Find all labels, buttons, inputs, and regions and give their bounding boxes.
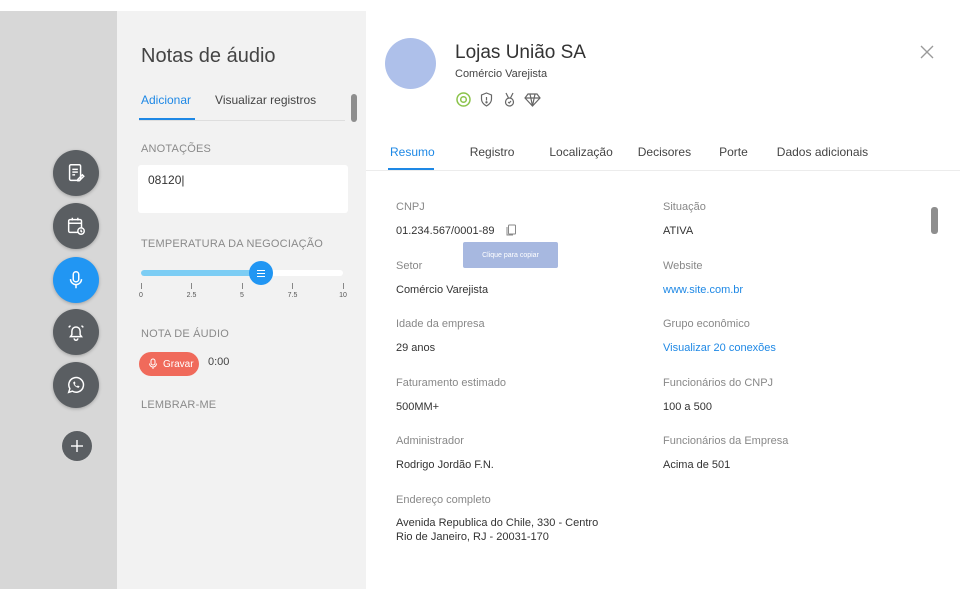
company-category: Comércio Varejista bbox=[455, 68, 548, 80]
company-detail-panel: Lojas União SA Comércio Varejista Resumo… bbox=[366, 0, 960, 600]
tab-resumo[interactable]: Resumo bbox=[390, 145, 435, 159]
cnpj-label: CNPJ bbox=[396, 201, 425, 213]
company-name: Lojas União SA bbox=[455, 42, 586, 63]
administrador-value: Rodrigo Jordão F.N. bbox=[396, 459, 494, 471]
tab-decisores[interactable]: Decisores bbox=[638, 145, 691, 159]
company-tabs-divider bbox=[366, 170, 960, 171]
func-empresa-label: Funcionários da Empresa bbox=[663, 435, 789, 447]
reminder-button[interactable] bbox=[53, 309, 99, 355]
medal-icon bbox=[504, 92, 515, 107]
endereco-label: Endereço completo bbox=[396, 494, 491, 506]
temperature-tick: 2.5 bbox=[182, 283, 202, 299]
content-scrollbar[interactable] bbox=[931, 207, 938, 234]
func-empresa-value: Acima de 501 bbox=[663, 459, 731, 471]
target-check-icon bbox=[456, 92, 471, 107]
situacao-label: Situação bbox=[663, 201, 706, 213]
tab-registro[interactable]: Registro bbox=[470, 145, 515, 159]
notes-panel-title: Notas de áudio bbox=[141, 45, 276, 67]
temperature-slider-thumb[interactable] bbox=[248, 261, 273, 285]
connections-link[interactable]: Visualizar 20 conexões bbox=[663, 341, 776, 355]
temperature-tick: 0 bbox=[131, 283, 151, 299]
action-rail bbox=[0, 11, 117, 589]
tab-visualizar-registros[interactable]: Visualizar registros bbox=[215, 93, 316, 107]
temperature-tick: 7.5 bbox=[283, 283, 303, 299]
audio-notes-panel: Notas de áudio Adicionar Visualizar regi… bbox=[117, 11, 366, 589]
record-button[interactable]: Gravar bbox=[139, 352, 199, 376]
remind-me-label: LEMBRAR-ME bbox=[141, 399, 217, 411]
company-avatar bbox=[385, 38, 436, 89]
alarm-bell-icon bbox=[68, 325, 84, 341]
microphone-icon bbox=[69, 271, 83, 289]
app-root: Notas de áudio Adicionar Visualizar regi… bbox=[0, 0, 960, 600]
audio-note-label: NOTA DE ÁUDIO bbox=[141, 328, 229, 340]
administrador-label: Administrador bbox=[396, 435, 464, 447]
notes-edit-icon bbox=[68, 164, 85, 182]
faturamento-value: 500MM+ bbox=[396, 401, 440, 413]
drag-handle-icon bbox=[256, 272, 265, 274]
idade-label: Idade da empresa bbox=[396, 318, 485, 330]
faturamento-label: Faturamento estimado bbox=[396, 377, 507, 389]
grupo-label: Grupo econômico bbox=[663, 318, 750, 330]
setor-label: Setor bbox=[396, 260, 423, 272]
microphone-icon bbox=[149, 358, 157, 369]
add-button[interactable] bbox=[62, 431, 92, 461]
temperature-slider[interactable] bbox=[141, 261, 343, 285]
idade-value: 29 anos bbox=[396, 342, 436, 354]
shield-info-icon bbox=[480, 92, 493, 107]
website-link[interactable]: www.site.com.br bbox=[663, 283, 743, 297]
endereco-line-1: Avenida Republica do Chile, 330 - Centro bbox=[396, 517, 599, 529]
copy-tooltip: Clique para copiar bbox=[463, 242, 558, 268]
company-badges bbox=[455, 91, 547, 108]
company-tabs: Resumo Registro Localização Decisores Po… bbox=[390, 145, 868, 159]
plus-icon bbox=[71, 440, 83, 452]
temperature-tick: 5 bbox=[232, 283, 252, 299]
tab-adicionar[interactable]: Adicionar bbox=[141, 93, 191, 107]
schedule-button[interactable] bbox=[53, 203, 99, 249]
tab-dados-adicionais[interactable]: Dados adicionais bbox=[777, 145, 868, 159]
record-timer: 0:00 bbox=[208, 356, 230, 368]
notes-button[interactable] bbox=[53, 150, 99, 196]
temperature-label: TEMPERATURA DA NEGOCIAÇÃO bbox=[141, 238, 324, 250]
copy-icon[interactable] bbox=[506, 224, 517, 236]
situacao-value: ATIVA bbox=[663, 225, 694, 237]
temperature-scale: 0 2.5 5 7.5 10 bbox=[139, 283, 353, 303]
record-button-label: Gravar bbox=[163, 358, 194, 370]
notes-scrollbar[interactable] bbox=[351, 94, 357, 122]
temperature-slider-fill bbox=[141, 270, 261, 276]
website-label: Website bbox=[663, 260, 703, 272]
tab-porte[interactable]: Porte bbox=[719, 145, 748, 159]
func-cnpj-value: 100 a 500 bbox=[663, 401, 712, 413]
annotations-label: ANOTAÇÕES bbox=[141, 143, 212, 155]
diamond-icon bbox=[524, 93, 541, 107]
endereco-line-2: Rio de Janeiro, RJ - 20031-170 bbox=[396, 531, 549, 543]
notes-tabs: Adicionar Visualizar registros bbox=[141, 93, 340, 107]
annotation-input[interactable]: 08120| bbox=[138, 165, 348, 213]
notes-tabs-divider bbox=[139, 120, 345, 121]
whatsapp-icon bbox=[67, 376, 85, 394]
close-icon[interactable] bbox=[919, 44, 935, 60]
tab-localizacao[interactable]: Localização bbox=[549, 145, 612, 159]
temperature-tick: 10 bbox=[333, 283, 353, 299]
audio-note-button[interactable] bbox=[53, 257, 99, 303]
setor-value: Comércio Varejista bbox=[396, 284, 489, 296]
whatsapp-button[interactable] bbox=[53, 362, 99, 408]
calendar-clock-icon bbox=[67, 217, 85, 235]
cnpj-value: 01.234.567/0001-89 bbox=[396, 225, 495, 237]
func-cnpj-label: Funcionários do CNPJ bbox=[663, 377, 774, 389]
